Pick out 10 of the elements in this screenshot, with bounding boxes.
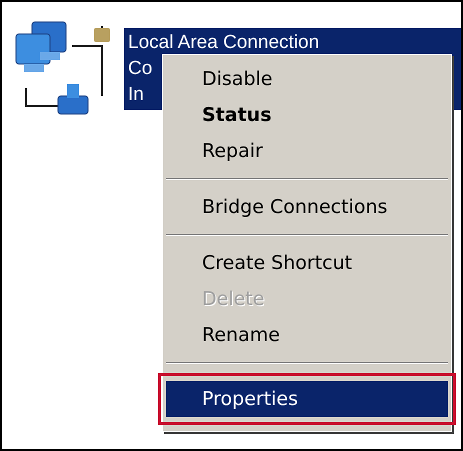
connection-text: Local Area Connection [128,31,320,55]
menu-item[interactable]: Repair [166,133,448,169]
menu-item[interactable]: Disable [166,61,448,97]
connection-text: In [128,83,144,107]
connection-text: Co [128,57,152,81]
menu-item[interactable]: Rename [166,317,448,353]
menu-item[interactable]: Bridge Connections [166,189,448,225]
menu-item[interactable]: Create Shortcut [166,245,448,281]
menu-item[interactable]: Properties [166,381,448,417]
menu-item[interactable]: Status [166,97,448,133]
